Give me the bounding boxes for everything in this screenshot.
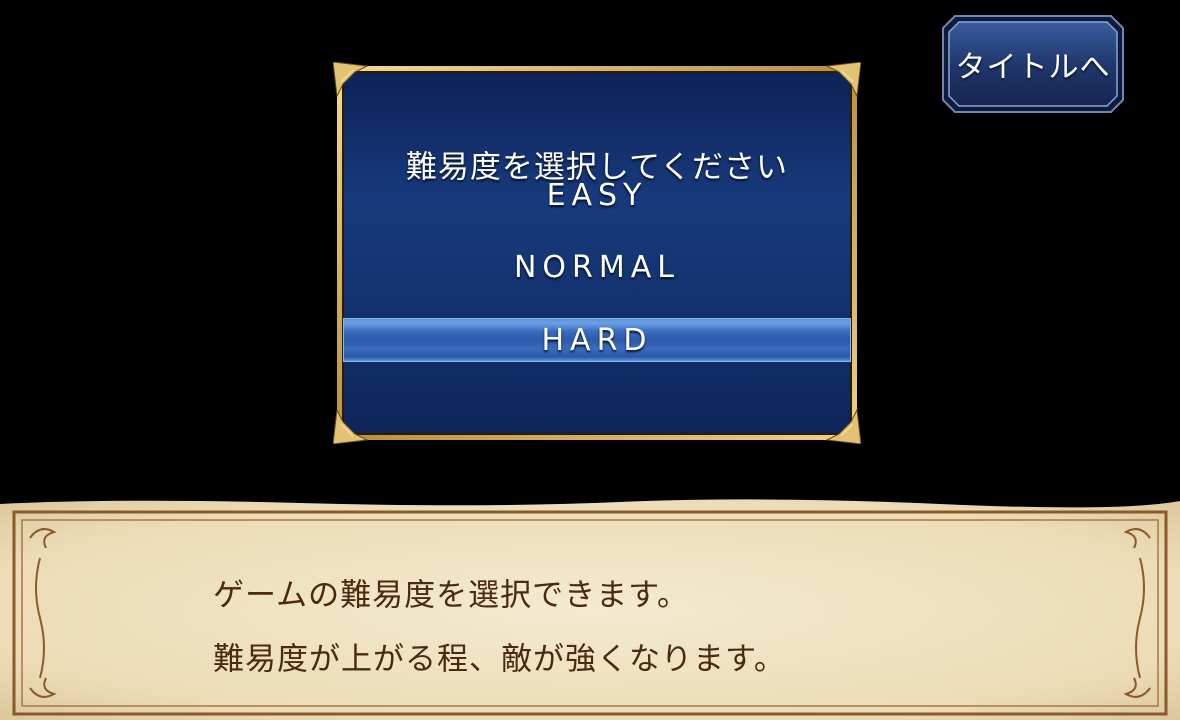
back-to-title-label: タイトルへ bbox=[955, 50, 1111, 85]
difficulty-menu: 難易度を選択してください EASY NORMAL HARD bbox=[333, 62, 861, 444]
message-box: ゲームの難易度を選択できます。 難易度が上がる程、敵が強くなります。 bbox=[0, 498, 1180, 720]
message-line-2: 難易度が上がる程、敵が強くなります。 bbox=[213, 641, 786, 678]
option-normal[interactable]: NORMAL bbox=[343, 245, 851, 289]
message-line-1: ゲームの難易度を選択できます。 bbox=[213, 577, 689, 614]
option-easy[interactable]: EASY bbox=[343, 173, 851, 217]
option-hard[interactable]: HARD bbox=[343, 318, 851, 362]
back-to-title-button[interactable]: タイトルへ bbox=[941, 14, 1125, 114]
